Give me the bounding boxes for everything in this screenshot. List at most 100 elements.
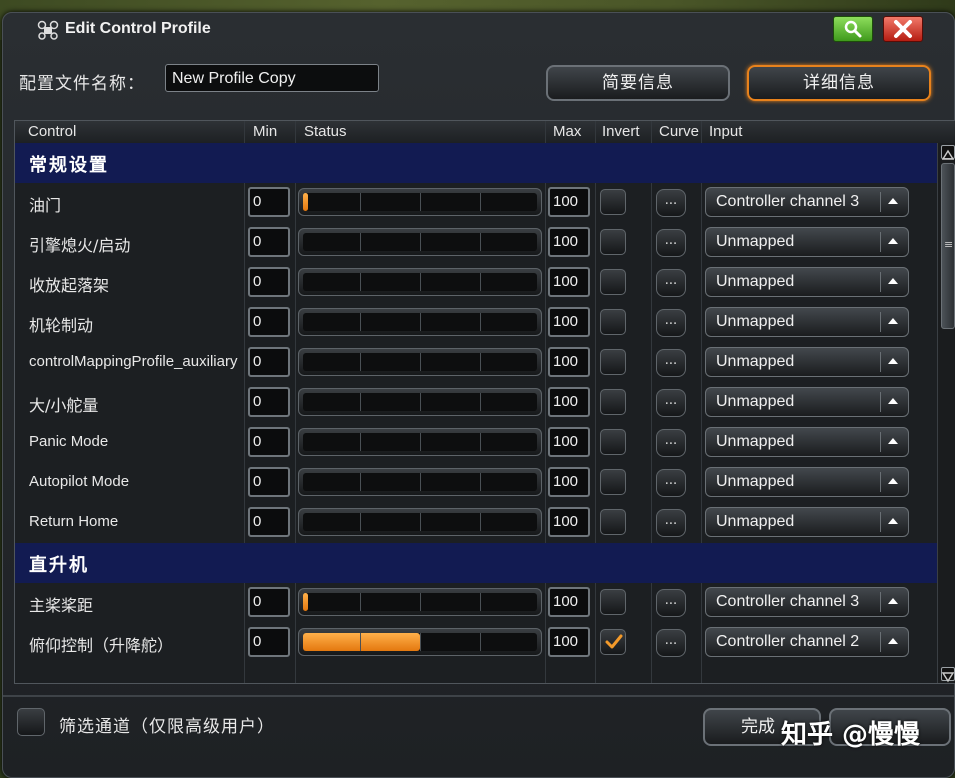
status-tick [480, 633, 481, 651]
max-input[interactable]: 100 [548, 387, 590, 417]
max-input[interactable]: 100 [548, 307, 590, 337]
input-dropdown[interactable]: Controller channel 3 [705, 587, 909, 617]
status-tick [360, 473, 361, 491]
close-button[interactable] [883, 16, 923, 42]
dropdown-separator [880, 472, 881, 492]
control-label: 引擎熄火/启动 [29, 236, 131, 255]
invert-checkbox[interactable] [600, 229, 626, 255]
table-row: 俯仰控制（升降舵） 0 100... Controller channel 2 [15, 623, 937, 663]
curve-button[interactable]: ... [656, 389, 686, 417]
status-tick [360, 593, 361, 611]
dropdown-arrow-icon [888, 198, 898, 204]
min-input[interactable]: 0 [248, 627, 290, 657]
status-tick [360, 433, 361, 451]
invert-checkbox[interactable] [600, 469, 626, 495]
status-bar [298, 308, 542, 336]
input-dropdown[interactable]: Unmapped [705, 507, 909, 537]
status-tick [480, 473, 481, 491]
min-input[interactable]: 0 [248, 347, 290, 377]
status-bar [298, 268, 542, 296]
input-dropdown[interactable]: Controller channel 3 [705, 187, 909, 217]
max-input[interactable]: 100 [548, 507, 590, 537]
max-input[interactable]: 100 [548, 347, 590, 377]
curve-button[interactable]: ... [656, 229, 686, 257]
max-input[interactable]: 100 [548, 187, 590, 217]
invert-checkbox[interactable] [600, 629, 626, 655]
input-dropdown[interactable]: Controller channel 2 [705, 627, 909, 657]
col-input-header: Input [709, 123, 743, 140]
max-input[interactable]: 100 [548, 267, 590, 297]
status-tick [480, 353, 481, 371]
min-input[interactable]: 0 [248, 267, 290, 297]
min-input[interactable]: 0 [248, 507, 290, 537]
scroll-up-button[interactable] [941, 145, 955, 160]
min-input[interactable]: 0 [248, 467, 290, 497]
section-header: 常规设置 [15, 143, 937, 183]
curve-button[interactable]: ... [656, 309, 686, 337]
invert-checkbox[interactable] [600, 429, 626, 455]
status-tick [480, 273, 481, 291]
curve-button[interactable]: ... [656, 509, 686, 537]
tab-details[interactable]: 详细信息 [747, 65, 931, 101]
invert-checkbox[interactable] [600, 189, 626, 215]
min-input[interactable]: 0 [248, 187, 290, 217]
footer-divider [3, 695, 954, 697]
input-dropdown-value: Controller channel 2 [716, 633, 860, 650]
max-input[interactable]: 100 [548, 227, 590, 257]
title-bar[interactable]: Edit Control Profile [3, 13, 954, 45]
curve-button[interactable]: ... [656, 429, 686, 457]
input-dropdown-value: Unmapped [716, 473, 795, 490]
status-bar [298, 388, 542, 416]
edit-control-profile-dialog: Edit Control Profile 配置文件名称： New Profile… [2, 12, 955, 778]
status-tick [480, 513, 481, 531]
input-dropdown[interactable]: Unmapped [705, 387, 909, 417]
section-header: 直升机 [15, 543, 937, 583]
control-label: Panic Mode [29, 433, 109, 450]
advanced-filter-checkbox[interactable] [17, 708, 45, 736]
curve-button[interactable]: ... [656, 349, 686, 377]
max-input[interactable]: 100 [548, 587, 590, 617]
scroll-thumb[interactable]: ≡ [941, 163, 955, 329]
min-input[interactable]: 0 [248, 227, 290, 257]
invert-checkbox[interactable] [600, 509, 626, 535]
input-dropdown[interactable]: Unmapped [705, 427, 909, 457]
curve-button[interactable]: ... [656, 629, 686, 657]
min-input[interactable]: 0 [248, 427, 290, 457]
curve-button[interactable]: ... [656, 469, 686, 497]
input-dropdown[interactable]: Unmapped [705, 467, 909, 497]
input-dropdown-value: Unmapped [716, 313, 795, 330]
control-table: Control Min Status Max Invert Curve Inpu… [14, 120, 955, 684]
vertical-scrollbar[interactable]: ≡ [937, 143, 955, 683]
invert-checkbox[interactable] [600, 589, 626, 615]
max-input[interactable]: 100 [548, 467, 590, 497]
control-label: Return Home [29, 513, 119, 530]
input-dropdown[interactable]: Unmapped [705, 267, 909, 297]
status-fill [303, 593, 308, 611]
curve-button[interactable]: ... [656, 269, 686, 297]
arrow-down-icon [941, 672, 955, 683]
input-dropdown[interactable]: Unmapped [705, 347, 909, 377]
max-input[interactable]: 100 [548, 427, 590, 457]
invert-checkbox[interactable] [600, 389, 626, 415]
profile-name-input[interactable]: New Profile Copy [165, 64, 379, 92]
min-input[interactable]: 0 [248, 587, 290, 617]
min-input[interactable]: 0 [248, 307, 290, 337]
scroll-down-button[interactable] [941, 667, 955, 683]
input-dropdown[interactable]: Unmapped [705, 307, 909, 337]
table-row: 机轮制动 0 100... Unmapped [15, 303, 937, 343]
tab-summary[interactable]: 简要信息 [546, 65, 730, 101]
curve-button[interactable]: ... [656, 189, 686, 217]
invert-checkbox[interactable] [600, 309, 626, 335]
input-dropdown[interactable]: Unmapped [705, 227, 909, 257]
section-title: 常规设置 [29, 155, 109, 176]
max-input[interactable]: 100 [548, 627, 590, 657]
drone-icon [37, 20, 59, 40]
status-bar [298, 628, 542, 656]
dropdown-arrow-icon [888, 238, 898, 244]
invert-checkbox[interactable] [600, 269, 626, 295]
min-input[interactable]: 0 [248, 387, 290, 417]
search-button[interactable] [833, 16, 873, 42]
curve-button[interactable]: ... [656, 589, 686, 617]
invert-checkbox[interactable] [600, 349, 626, 375]
section-title: 直升机 [29, 555, 89, 576]
